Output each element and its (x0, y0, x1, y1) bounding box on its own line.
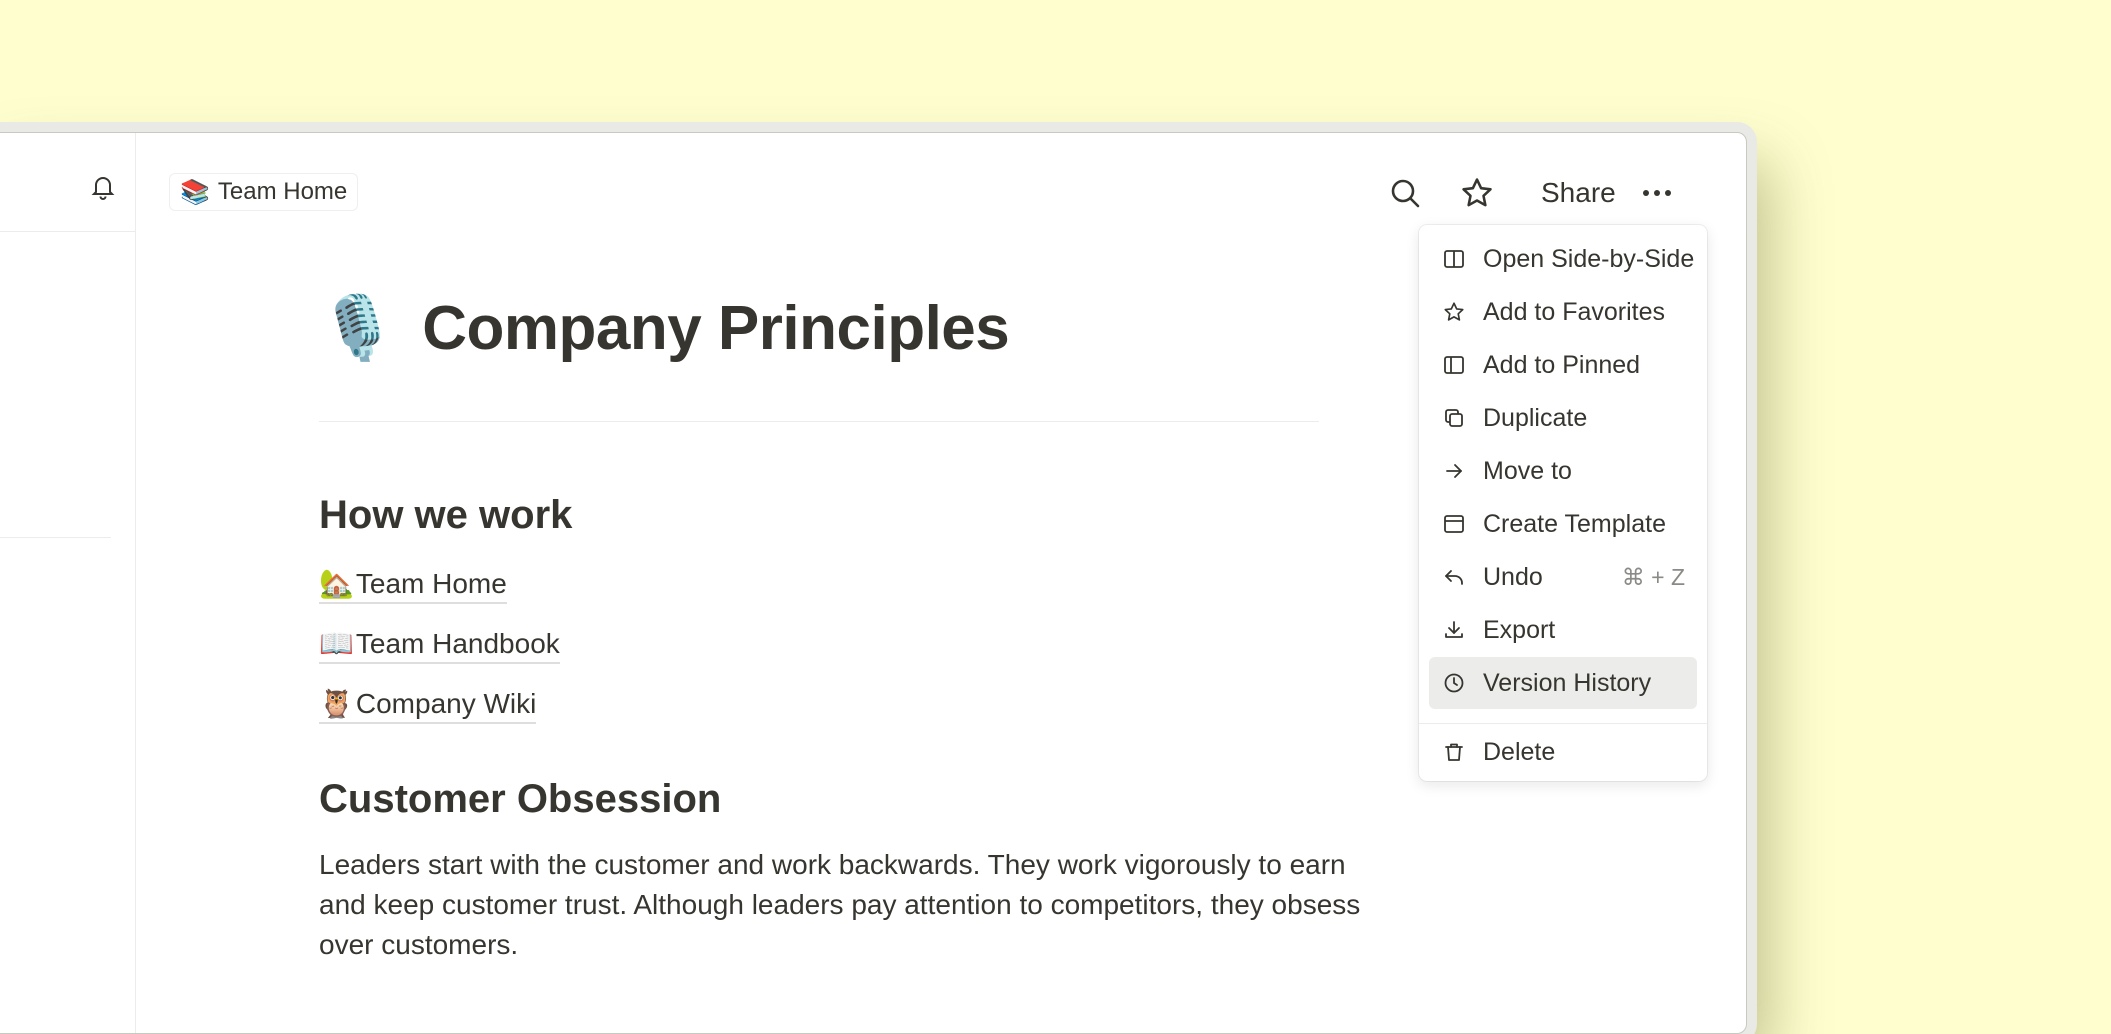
body-paragraph: Leaders start with the customer and work… (319, 849, 1361, 960)
menu-item-label: Open Side-by-Side (1483, 244, 1695, 273)
download-icon (1441, 617, 1467, 643)
page-link-team-handbook[interactable]: 📖 Team Handbook (319, 627, 560, 664)
pin-panel-icon (1441, 352, 1467, 378)
menu-item-label: Version History (1483, 668, 1652, 697)
menu-item-move-to[interactable]: Move to (1429, 445, 1697, 497)
notifications-button[interactable] (89, 173, 117, 201)
menu-item-undo[interactable]: Undo ⌘ + Z (1429, 551, 1697, 603)
menu-item-label: Move to (1483, 456, 1572, 485)
link-emoji: 📖 (319, 628, 354, 659)
undo-icon (1441, 564, 1467, 590)
menu-item-label: Export (1483, 615, 1556, 644)
menu-item-export[interactable]: Export (1429, 604, 1697, 656)
breadcrumb-label: Team Home (217, 178, 348, 205)
sidebar (0, 133, 136, 1033)
menu-item-add-to-favorites[interactable]: Add to Favorites (1429, 286, 1697, 338)
search-icon (1391, 179, 1420, 208)
duplicate-icon (1441, 405, 1467, 431)
section-heading: Customer Obsession (319, 777, 722, 821)
app-window: 📚 Team Home Share 🎙️ Company Principles … (0, 132, 1747, 1034)
section-heading: How we work (319, 493, 573, 537)
link-label: Team Home (355, 567, 507, 599)
title-divider (319, 421, 1319, 422)
page-options-menu: Open Side-by-Side Add to Favorites Add t… (1419, 225, 1707, 781)
page-link-company-wiki[interactable]: 🦉 Company Wiki (319, 687, 537, 724)
menu-divider (1419, 723, 1707, 724)
link-label: Team Handbook (355, 627, 560, 659)
sidebar-divider (0, 537, 111, 538)
page-header: 🎙️ Company Principles (319, 293, 1010, 364)
breadcrumb[interactable]: 📚 Team Home (169, 173, 359, 211)
link-emoji: 🏡 (319, 568, 354, 599)
clock-icon (1441, 670, 1467, 696)
menu-item-label: Duplicate (1483, 403, 1588, 432)
link-emoji: 🦉 (319, 688, 354, 719)
side-by-side-icon (1441, 246, 1467, 272)
more-options-button[interactable] (1637, 173, 1677, 213)
menu-item-open-side-by-side[interactable]: Open Side-by-Side (1429, 233, 1697, 285)
menu-item-delete[interactable]: Delete (1429, 726, 1697, 778)
menu-item-version-history[interactable]: Version History (1429, 657, 1697, 709)
star-icon (1462, 178, 1492, 207)
trash-icon (1441, 739, 1467, 765)
menu-item-label: Add to Pinned (1483, 350, 1641, 379)
favorite-button[interactable] (1457, 173, 1497, 213)
page-link-team-home[interactable]: 🏡 Team Home (319, 567, 507, 604)
menu-item-duplicate[interactable]: Duplicate (1429, 392, 1697, 444)
star-icon (1441, 299, 1467, 325)
menu-item-label: Delete (1483, 737, 1556, 766)
menu-item-label: Undo (1483, 562, 1543, 591)
link-label: Company Wiki (355, 687, 537, 719)
page-title[interactable]: Company Principles (422, 293, 1010, 364)
breadcrumb-emoji: 📚 (180, 178, 210, 206)
page-emoji[interactable]: 🎙️ (319, 297, 396, 360)
bell-icon (91, 177, 115, 200)
menu-item-create-template[interactable]: Create Template (1429, 498, 1697, 550)
menu-item-label: Create Template (1483, 509, 1666, 538)
template-icon (1441, 511, 1467, 537)
arrow-right-icon (1441, 458, 1467, 484)
search-button[interactable] (1385, 173, 1425, 213)
menu-item-label: Add to Favorites (1483, 297, 1666, 326)
share-button[interactable]: Share (1541, 173, 1616, 213)
more-icon (1643, 190, 1671, 196)
undo-shortcut: ⌘ + Z (1621, 563, 1685, 590)
sidebar-divider (0, 231, 135, 232)
menu-item-add-to-pinned[interactable]: Add to Pinned (1429, 339, 1697, 391)
